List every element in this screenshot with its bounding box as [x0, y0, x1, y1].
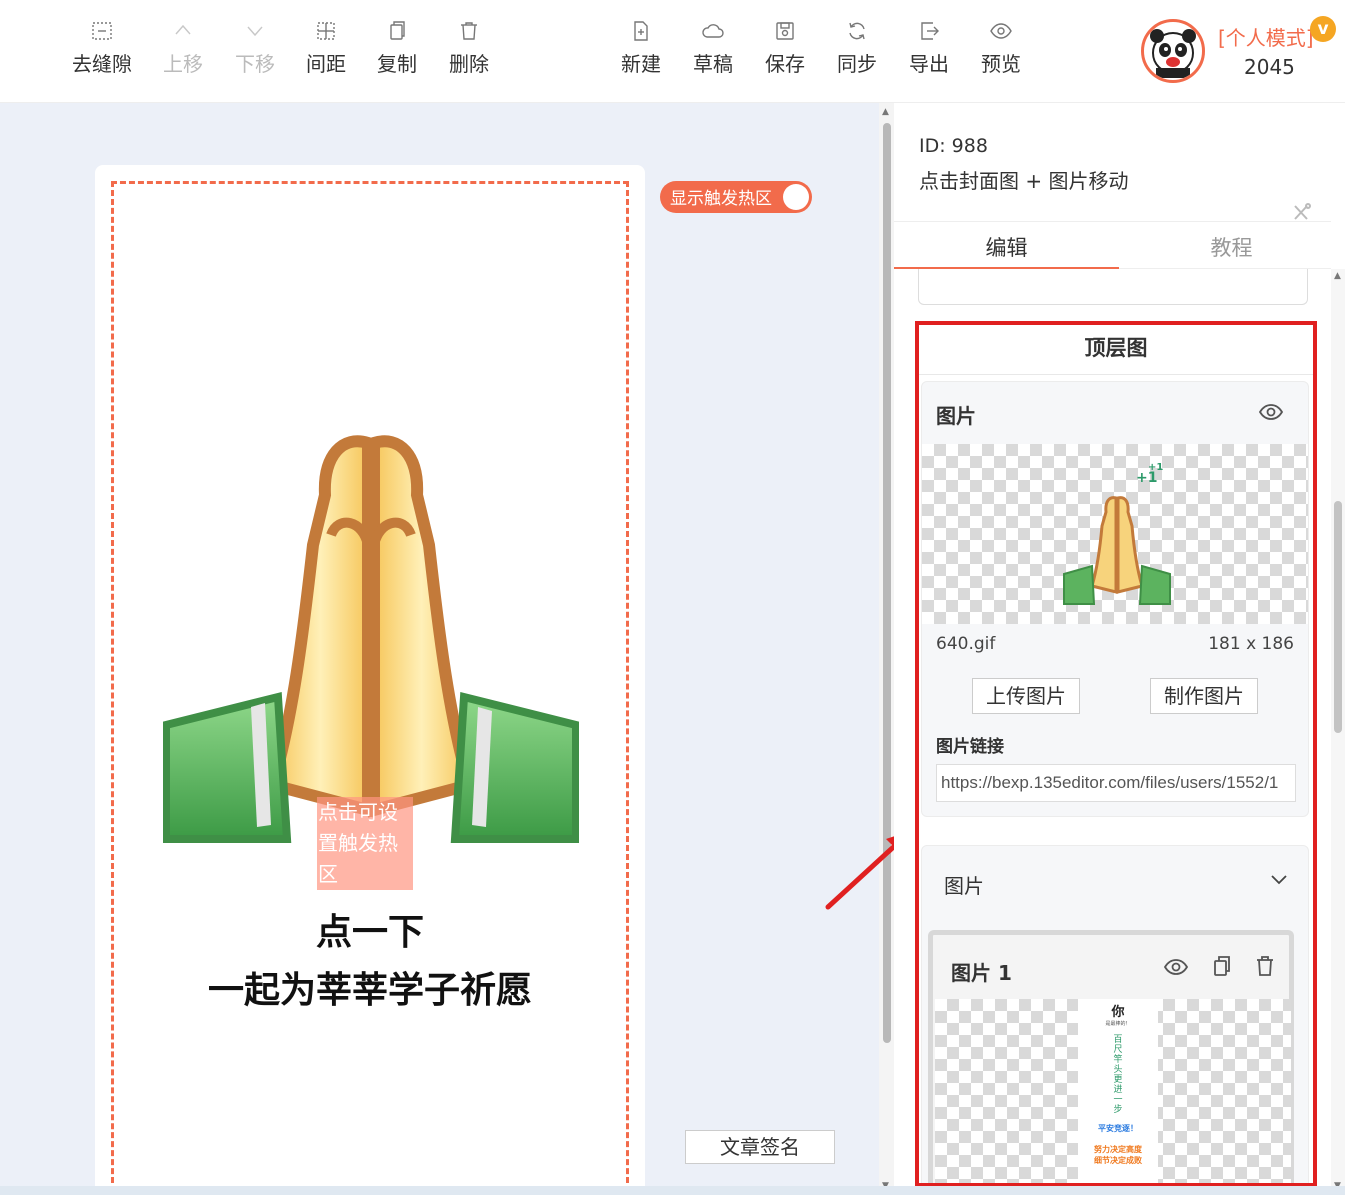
show-hotzone-label: 显示触发热区: [670, 189, 772, 209]
scroll-up-icon[interactable]: ▲: [1334, 271, 1341, 281]
move-down-button[interactable]: 下移: [219, 20, 291, 77]
component-id: ID: 988: [919, 135, 988, 157]
poster-text-3: 百尺竿头更进一步: [1113, 1035, 1123, 1115]
tab-tutorial[interactable]: 教程: [1119, 232, 1344, 262]
spacing-button[interactable]: 间距: [290, 20, 362, 77]
image-group-title: 图片: [944, 874, 984, 898]
save-icon: [776, 22, 794, 40]
new-file-icon: [634, 21, 648, 41]
personal-mode-link[interactable]: [个人模式]: [1218, 22, 1314, 51]
poster-text-4: 平安竞逐！: [1098, 1124, 1138, 1133]
image-card-title: 图片: [936, 404, 976, 428]
upload-image-button[interactable]: 上传图片: [972, 678, 1080, 714]
export-icon: [921, 22, 939, 40]
remove-gap-label: 去缝隙: [72, 52, 132, 76]
image-item-thumbnail[interactable]: 你 是最棒的！ 百尺竿头更进一步 平安竞逐！ 努力决定高度 细节决定成败: [935, 999, 1291, 1183]
top-image-card: 图片 +1 +1 640.gif 181 x 186 上传图片 制作图片 图片链…: [921, 381, 1309, 817]
trash-icon[interactable]: [1255, 955, 1275, 981]
previous-section-box: [918, 269, 1308, 305]
move-up-label: 上移: [163, 52, 203, 76]
editor-canvas: 显示触发热区 点击可设置触发热区 点一下 一起为莘莘学子祈愿 文章签名 ▲ ▼: [0, 103, 894, 1195]
article-preview: [95, 165, 645, 1195]
bottom-status-strip: [0, 1186, 1345, 1195]
chevron-down-icon: [247, 26, 263, 37]
delete-button[interactable]: 删除: [433, 20, 505, 77]
image-link-input[interactable]: https://bexp.135editor.com/files/users/1…: [936, 764, 1296, 802]
eye-icon[interactable]: [1258, 402, 1284, 422]
component-title: 点击封面图 + 图片移动: [919, 169, 1129, 193]
tab-edit[interactable]: 编辑: [894, 232, 1119, 262]
image-item-actions: [1145, 955, 1275, 981]
sync-label: 同步: [837, 52, 877, 76]
trigger-hotzone[interactable]: 点击可设置触发热区: [317, 797, 413, 890]
file-dimensions: 181 x 186: [1208, 634, 1294, 654]
preview-button[interactable]: 预览: [965, 20, 1037, 77]
tools-icon[interactable]: [1292, 203, 1312, 221]
image-group-card: 图片 图片 1 你 是最棒的！ 百尺竿头更进一步 平安竞逐！ 努力决定高度 细节…: [921, 845, 1309, 1183]
save-button[interactable]: 保存: [749, 20, 821, 77]
panel-tabs: 编辑 教程: [894, 221, 1331, 269]
poster-thumbnail: 你 是最棒的！ 百尺竿头更进一步 平安竞逐！ 努力决定高度 细节决定成败: [1078, 999, 1158, 1183]
delete-label: 删除: [449, 52, 489, 76]
caption-line-2: 一起为莘莘学子祈愿: [207, 970, 532, 1011]
panda-avatar-icon: [1150, 29, 1196, 78]
image-item-card: 图片 1 你 是最棒的！ 百尺竿头更进一步 平安竞逐！ 努力决定高度 细节决定成…: [928, 930, 1294, 1183]
remove-gap-button[interactable]: 去缝隙: [66, 20, 138, 77]
poster-text-6: 细节决定成败: [1094, 1156, 1142, 1165]
chevron-up-icon: [175, 24, 191, 35]
trash-icon: [461, 22, 477, 40]
preview-label: 预览: [981, 52, 1021, 76]
show-hotzone-toggle[interactable]: 显示触发热区: [660, 181, 812, 213]
spacing-icon: [317, 22, 335, 40]
properties-panel: ID: 988 点击封面图 + 图片移动 编辑 教程 顶层图 图片 +1 +1: [894, 103, 1345, 1195]
panel-scroll-thumb[interactable]: [1334, 501, 1342, 733]
image-item-title: 图片 1: [951, 961, 1012, 985]
draft-button[interactable]: 草稿: [677, 20, 749, 77]
spacing-label: 间距: [306, 52, 346, 76]
copy-label: 复制: [377, 52, 417, 76]
save-label: 保存: [765, 52, 805, 76]
copy-icon: [390, 21, 405, 40]
toggle-knob: [783, 184, 809, 210]
vip-badge: v: [1310, 16, 1336, 42]
praying-hands-thumbnail-icon: +1 +1: [1063, 462, 1171, 605]
copy-button[interactable]: 复制: [361, 20, 433, 77]
canvas-scrollbar[interactable]: ▲ ▼: [879, 103, 894, 1195]
avatar[interactable]: [1141, 19, 1205, 83]
chevron-down-icon[interactable]: [1270, 874, 1288, 886]
article-signature-button[interactable]: 文章签名: [685, 1130, 835, 1164]
sync-button[interactable]: 同步: [821, 20, 893, 77]
eye-icon[interactable]: [1163, 957, 1189, 981]
sync-icon: [849, 22, 865, 40]
poster-text-5: 努力决定高度: [1094, 1145, 1142, 1154]
export-button[interactable]: 导出: [893, 20, 965, 77]
new-label: 新建: [621, 52, 661, 76]
poster-text-1: 你: [1111, 1005, 1125, 1020]
cloud-icon: [702, 24, 724, 38]
gap-icon: [92, 22, 112, 40]
poster-text-2: 是最棒的！: [1105, 1021, 1131, 1027]
move-up-button[interactable]: 上移: [147, 20, 219, 77]
file-name: 640.gif: [936, 634, 996, 654]
svg-text:+1: +1: [1148, 462, 1163, 473]
scroll-up-icon[interactable]: ▲: [882, 107, 889, 117]
top-toolbar: 去缝隙 上移 下移 间距 复制 删除 新建 草稿 保存 同步 导出 预览 [个人…: [0, 0, 1345, 103]
draft-label: 草稿: [693, 52, 733, 76]
image-thumbnail[interactable]: +1 +1: [922, 444, 1308, 624]
top-layer-section-highlight: 顶层图 图片 +1 +1 640.gif 181 x 186 上传图片 制作图片…: [915, 321, 1317, 1187]
image-link-label: 图片链接: [936, 737, 1004, 757]
praying-hands-icon[interactable]: [163, 435, 579, 847]
user-score: 2045: [1244, 55, 1295, 79]
top-layer-heading: 顶层图: [919, 325, 1313, 375]
copy-icon[interactable]: [1212, 955, 1232, 981]
move-down-label: 下移: [235, 52, 275, 76]
export-label: 导出: [909, 52, 949, 76]
make-image-button[interactable]: 制作图片: [1150, 678, 1258, 714]
eye-icon: [990, 23, 1012, 39]
caption-line-1: 点一下: [315, 912, 424, 953]
panel-scrollbar[interactable]: ▲ ▼: [1331, 269, 1345, 1195]
new-button[interactable]: 新建: [605, 20, 677, 77]
